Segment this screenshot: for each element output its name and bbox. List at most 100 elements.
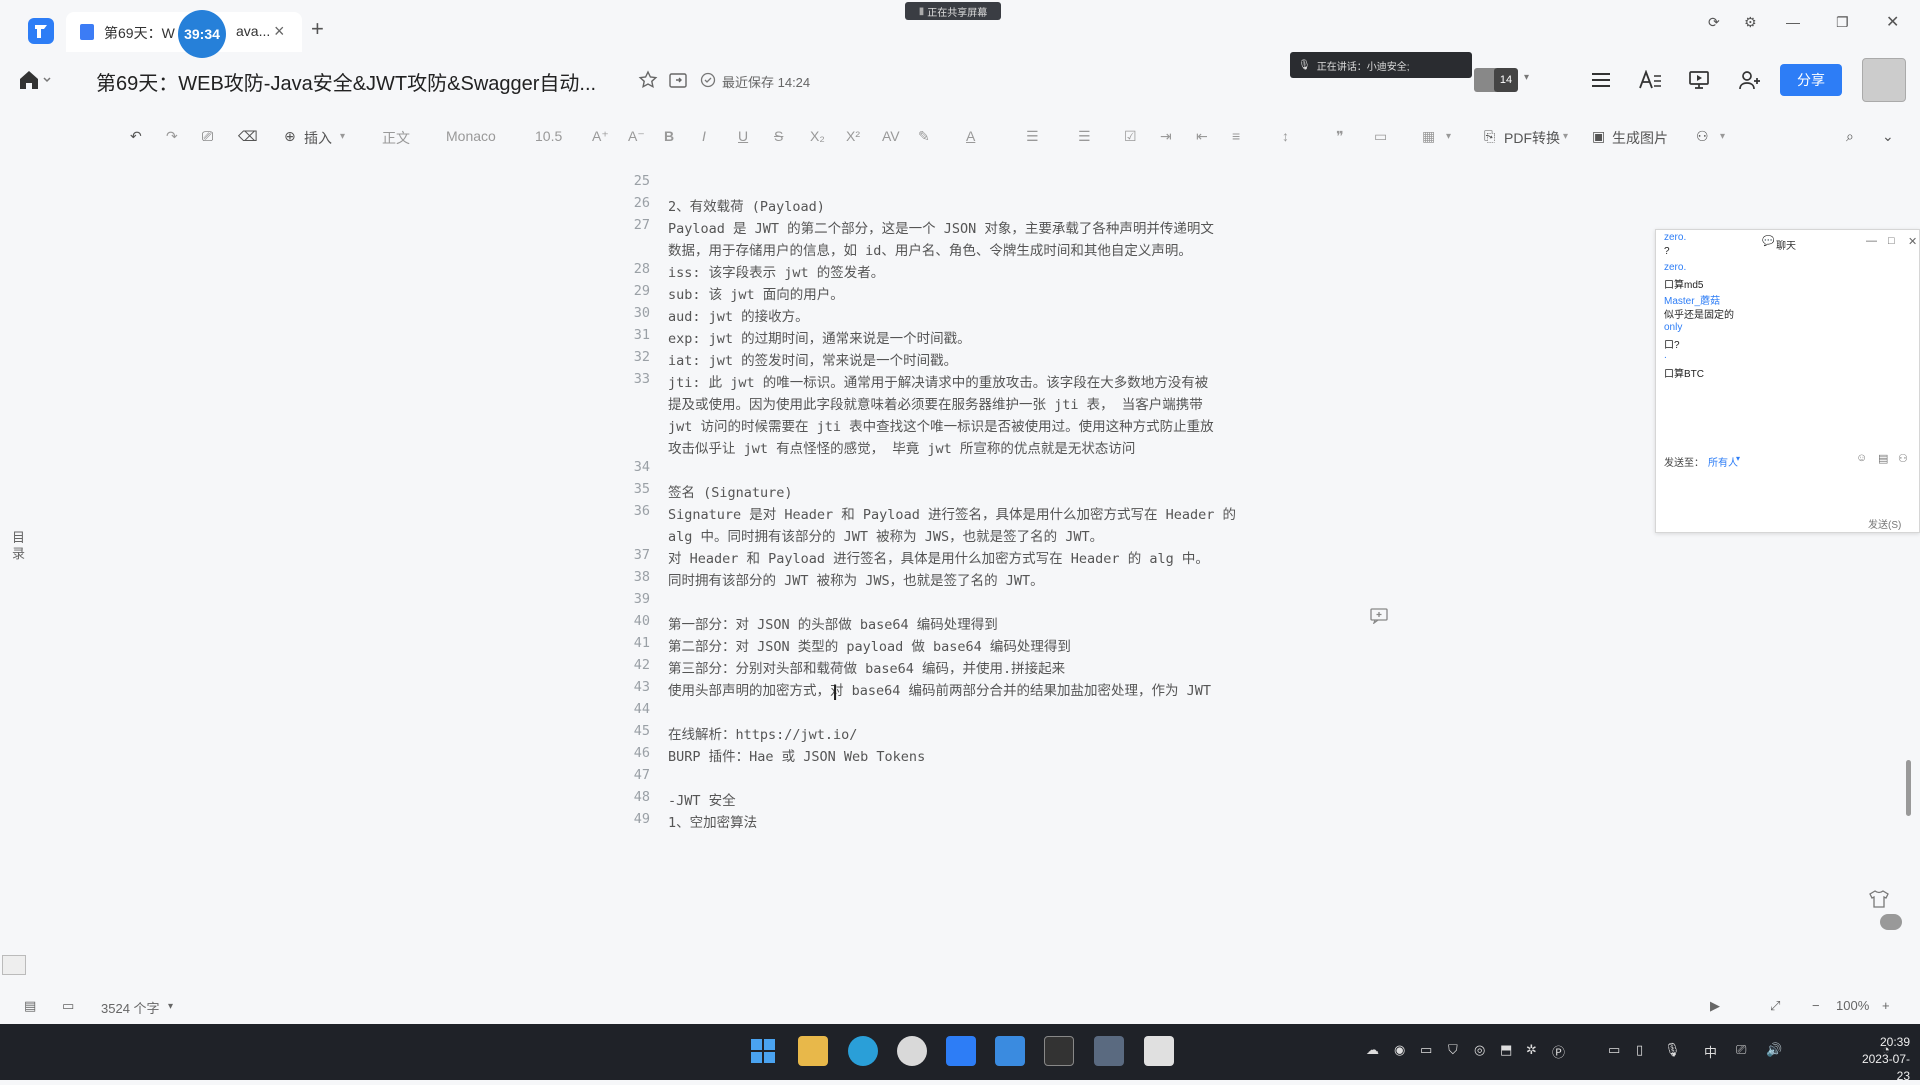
tray-video-icon[interactable]: ▭ bbox=[1420, 1042, 1432, 1058]
quote-icon[interactable]: ❞ bbox=[1336, 128, 1344, 145]
collaborators-icon[interactable] bbox=[1738, 70, 1762, 90]
chevron-down-icon[interactable]: ▾ bbox=[1736, 454, 1740, 463]
user-avatar[interactable] bbox=[1862, 58, 1906, 102]
zoom-level[interactable]: 100% bbox=[1836, 998, 1869, 1013]
line-text[interactable]: 2、有效载荷 (Payload) bbox=[668, 195, 825, 215]
line-text[interactable]: iat: jwt 的签发时间，常来说是一个时间戳。 bbox=[668, 349, 957, 369]
line-text[interactable]: BURP 插件：Hae 或 JSON Web Tokens bbox=[668, 745, 925, 765]
line-text[interactable]: aud: jwt 的接收方。 bbox=[668, 305, 809, 325]
line-text[interactable]: iss: 该字段表示 jwt 的签发者。 bbox=[668, 261, 884, 281]
font-size-icon[interactable] bbox=[1638, 70, 1662, 90]
network-tool-icon[interactable] bbox=[1094, 1036, 1124, 1066]
network-icon[interactable]: ⎚ bbox=[1736, 1042, 1746, 1058]
tray-shield-icon[interactable]: ⛉ bbox=[1448, 1042, 1458, 1058]
maximize-icon[interactable]: □ bbox=[1888, 235, 1895, 247]
bold-icon[interactable]: B bbox=[664, 128, 674, 144]
chevron-down-icon[interactable]: ▾ bbox=[168, 1001, 173, 1012]
tray-settings-icon[interactable]: ✲ bbox=[1526, 1042, 1537, 1058]
line-text[interactable]: 在线解析：https://jwt.io/ bbox=[668, 723, 857, 743]
generate-image-button[interactable]: 生成图片 bbox=[1612, 128, 1668, 148]
indent-icon[interactable]: ⇥ bbox=[1160, 128, 1172, 145]
send-to-select[interactable]: 所有人 bbox=[1708, 454, 1738, 469]
document-title[interactable]: 第69天：WEB攻防-Java安全&JWT攻防&Swagger自动... bbox=[96, 67, 596, 96]
tray-display-icon[interactable]: ▭ bbox=[1608, 1042, 1620, 1058]
docs-app-icon[interactable] bbox=[946, 1036, 976, 1066]
collapse-toolbar-icon[interactable]: ⌄ bbox=[1882, 128, 1894, 145]
line-text[interactable]: 签名 (Signature) bbox=[668, 481, 793, 501]
line-text[interactable]: 同时拥有该部分的 JWT 被称为 JWS，也就是签了名的 JWT。 bbox=[668, 569, 1044, 589]
task-list-icon[interactable]: ☑ bbox=[1124, 128, 1137, 145]
chevron-down-icon[interactable]: ▾ bbox=[340, 131, 345, 142]
line-text[interactable]: exp: jwt 的过期时间，通常来说是一个时间戳。 bbox=[668, 327, 971, 347]
chevron-down-icon[interactable]: ▾ bbox=[1446, 131, 1451, 142]
java-app-icon[interactable] bbox=[1144, 1036, 1174, 1066]
shirt-skin-icon[interactable] bbox=[1868, 890, 1890, 908]
ime-indicator[interactable]: 中 bbox=[1704, 1042, 1717, 1061]
volume-icon[interactable]: 🔊 bbox=[1766, 1042, 1782, 1058]
chat-panel[interactable]: 💬 聊天 — □ ✕ zero.? zero. 口算md5 Master_蘑菇 似乎还是… bbox=[1655, 229, 1920, 533]
line-text[interactable]: sub: 该 jwt 面向的用户。 bbox=[668, 283, 844, 303]
line-text[interactable]: alg 中。同时拥有该部分的 JWT 被称为 JWS，也就是签了名的 JWT。 bbox=[668, 525, 1103, 545]
search-icon[interactable]: ⌕ bbox=[1846, 128, 1854, 145]
tray-capture-icon[interactable]: ◎ bbox=[1474, 1042, 1485, 1058]
clear-format-icon[interactable]: ⌫ bbox=[238, 128, 258, 145]
subscript-icon[interactable]: X₂ bbox=[810, 128, 825, 144]
help-badge[interactable] bbox=[1880, 914, 1902, 930]
tray-globe-icon[interactable]: ◉ bbox=[1394, 1042, 1405, 1058]
image-icon[interactable]: ▣ bbox=[1592, 128, 1605, 145]
share-button[interactable]: 分享 bbox=[1780, 64, 1842, 96]
zoom-out-icon[interactable]: − bbox=[1812, 998, 1820, 1013]
line-text[interactable]: Signature 是对 Header 和 Payload 进行签名，具体是用什… bbox=[668, 503, 1236, 523]
superscript-icon[interactable]: X² bbox=[846, 128, 860, 144]
line-text[interactable]: 使用头部声明的加密方式，对 base64 编码前两部分合并的结果加盐加密处理，作… bbox=[668, 679, 1211, 699]
app-logo-icon[interactable] bbox=[26, 16, 56, 46]
attachment-icon[interactable]: ▤ bbox=[1878, 452, 1888, 465]
char-spacing-icon[interactable]: AV bbox=[882, 128, 900, 144]
menu-icon[interactable] bbox=[1590, 71, 1612, 89]
line-text[interactable]: jti: 此 jwt 的唯一标识。通常用于解决请求中的重放攻击。该字段在大多数地… bbox=[668, 371, 1208, 391]
collaborator-avatars[interactable]: 14 ▾ bbox=[1474, 68, 1536, 92]
minimize-icon[interactable]: — bbox=[1786, 14, 1800, 30]
line-text[interactable]: 对 Header 和 Payload 进行签名，具体是用什么加密方式写在 Hea… bbox=[668, 547, 1209, 567]
chrome-browser-icon[interactable] bbox=[897, 1036, 927, 1066]
undo-icon[interactable]: ↶ bbox=[130, 128, 142, 145]
toc-toggle[interactable]: 目录 bbox=[12, 530, 26, 562]
decrease-font-icon[interactable]: A⁻ bbox=[628, 128, 645, 145]
participant-icon[interactable]: ⚇ bbox=[1898, 452, 1908, 465]
tray-app-icon[interactable]: ☁ bbox=[1366, 1042, 1379, 1058]
fullscreen-icon[interactable]: ⤢ bbox=[1770, 998, 1780, 1014]
page-view-icon[interactable]: ▤ bbox=[24, 998, 36, 1014]
plugin-icon[interactable]: ⚇ bbox=[1696, 128, 1709, 145]
tray-battery-icon[interactable]: ▯ bbox=[1636, 1042, 1643, 1058]
tray-docs-icon[interactable]: ⬒ bbox=[1500, 1042, 1512, 1058]
sync-icon[interactable]: ⟳ bbox=[1708, 14, 1720, 31]
chevron-down-icon[interactable]: ▾ bbox=[1524, 72, 1529, 83]
print-layout-icon[interactable]: ▭ bbox=[62, 998, 74, 1014]
star-icon[interactable] bbox=[638, 70, 658, 90]
settings-gear-icon[interactable]: ⚙ bbox=[1744, 14, 1757, 31]
outdent-icon[interactable]: ⇤ bbox=[1196, 128, 1208, 145]
file-explorer-icon[interactable] bbox=[798, 1036, 828, 1066]
close-window-icon[interactable]: ✕ bbox=[1886, 12, 1899, 32]
maximize-icon[interactable]: ❐ bbox=[1836, 14, 1849, 31]
italic-icon[interactable]: I bbox=[702, 128, 706, 144]
home-icon[interactable] bbox=[18, 70, 52, 90]
vertical-scrollbar[interactable] bbox=[1906, 760, 1911, 816]
chevron-down-icon[interactable]: ▾ bbox=[1563, 131, 1568, 142]
cloud-app-icon[interactable] bbox=[995, 1036, 1025, 1066]
line-text[interactable]: 第一部分：对 JSON 的头部做 base64 编码处理得到 bbox=[668, 613, 998, 633]
paragraph-style-select[interactable]: 正文 bbox=[382, 128, 410, 148]
close-icon[interactable]: ✕ bbox=[1908, 235, 1917, 248]
table-icon[interactable]: ▦ bbox=[1422, 128, 1435, 145]
line-text[interactable]: 数据，用于存储用户的信息，如 id、用户名、角色、令牌生成时间和其他自定义声明。 bbox=[668, 239, 1192, 259]
emoji-icon[interactable]: ☺ bbox=[1856, 452, 1867, 464]
align-icon[interactable]: ≡ bbox=[1232, 128, 1240, 144]
play-icon[interactable]: ▶ bbox=[1710, 998, 1720, 1014]
line-text[interactable]: -JWT 安全 bbox=[668, 789, 736, 809]
add-comment-icon[interactable] bbox=[1370, 608, 1388, 624]
line-text[interactable]: Payload 是 JWT 的第二个部分，这是一个 JSON 对象，主要承载了各… bbox=[668, 217, 1214, 237]
line-text[interactable]: 第二部分：对 JSON 类型的 payload 做 base64 编码处理得到 bbox=[668, 635, 1071, 655]
new-tab-icon[interactable]: + bbox=[311, 16, 324, 42]
line-text[interactable]: 第三部分：分别对头部和载荷做 base64 编码，并使用.拼接起来 bbox=[668, 657, 1065, 677]
move-folder-icon[interactable] bbox=[668, 70, 688, 90]
